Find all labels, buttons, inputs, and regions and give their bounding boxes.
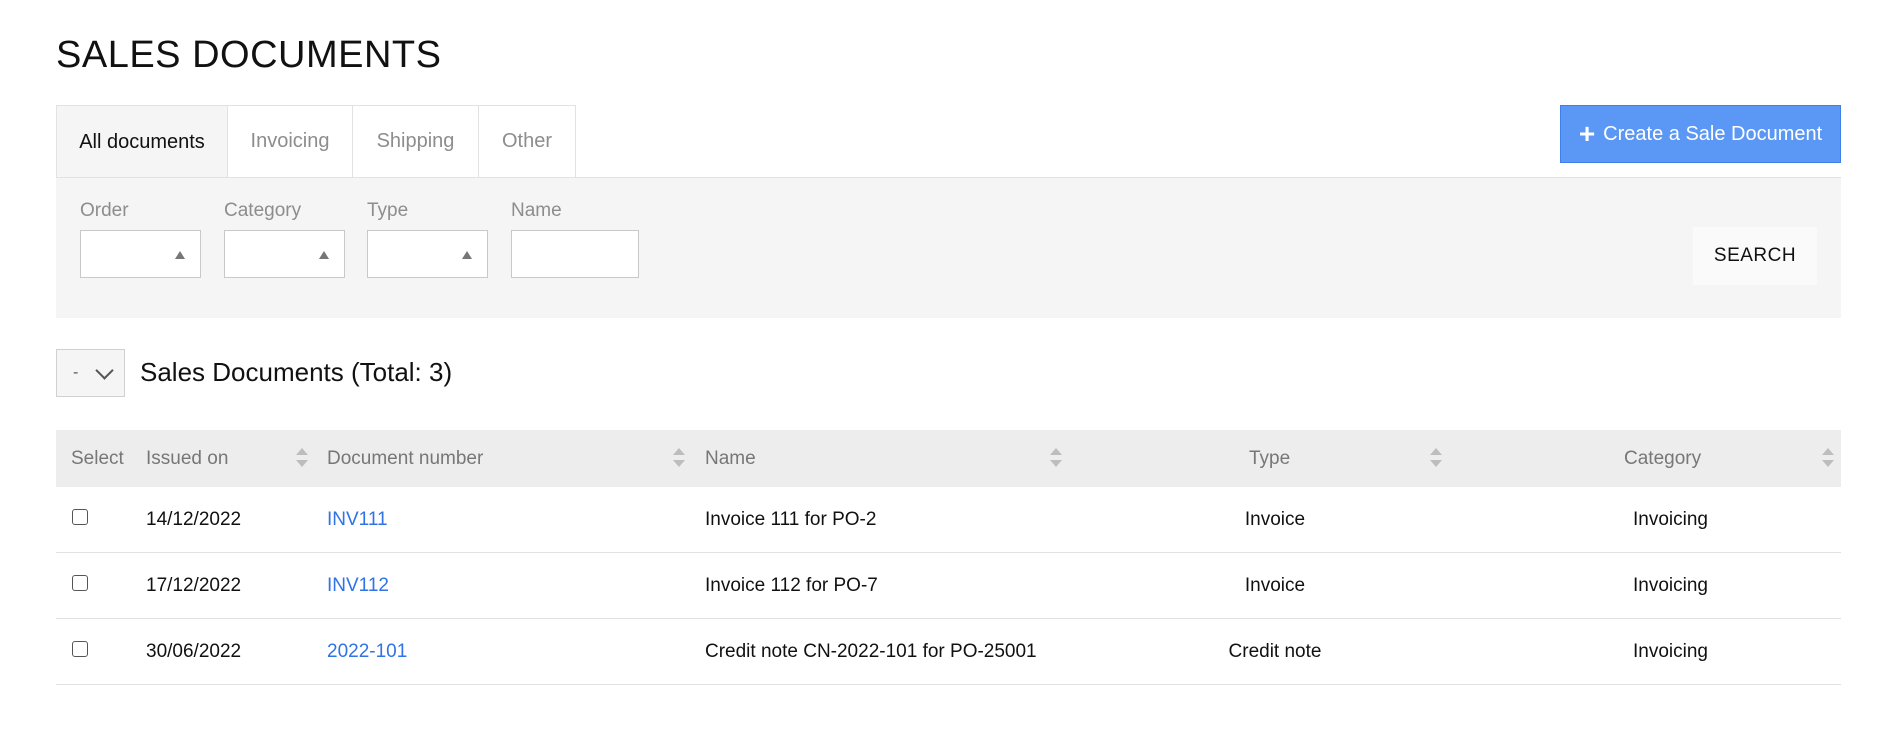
type-label: Type [367, 200, 409, 221]
plus-icon: + [1578, 118, 1596, 149]
sort-icon[interactable] [1050, 448, 1062, 470]
col-issued-on[interactable]: Issued on [146, 430, 327, 487]
document-number-cell: INV112 [327, 552, 705, 619]
document-number-link[interactable]: INV111 [327, 509, 388, 530]
document-number-cell: 2022-101 [327, 618, 705, 685]
row-checkbox[interactable] [72, 640, 88, 657]
name-cell: Credit note CN-2022-101 for PO-25001 [705, 618, 1085, 685]
sales-documents-table: Select Issued on Document number Name Ty… [56, 430, 1841, 685]
create-sale-document-button[interactable]: + Create a Sale Document [1560, 105, 1841, 163]
col-name-label: Name [705, 447, 756, 469]
page-title: SALES DOCUMENTS [56, 34, 442, 76]
select-cell [56, 618, 146, 685]
sort-icon[interactable] [1822, 448, 1834, 470]
category-filter: Category [224, 200, 345, 278]
order-select[interactable] [80, 230, 201, 278]
tab-invoicing[interactable]: Invoicing [228, 105, 353, 178]
chevron-down-icon [95, 361, 114, 380]
type-cell: Credit note [1085, 618, 1465, 685]
caret-up-icon [175, 251, 185, 259]
col-select-label: Select [71, 447, 124, 469]
table-row: 14/12/2022 INV111 Invoice 111 for PO-2 I… [56, 487, 1841, 553]
type-select[interactable] [367, 230, 488, 278]
table-row: 17/12/2022 INV112 Invoice 112 for PO-7 I… [56, 552, 1841, 619]
tab-bar: All documents Invoicing Shipping Other [56, 105, 576, 178]
category-value: Invoicing [1633, 640, 1708, 662]
caret-up-icon [319, 251, 329, 259]
name-filter: Name [511, 200, 639, 278]
document-number-cell: INV111 [327, 487, 705, 553]
issued-on-cell: 30/06/2022 [146, 618, 327, 685]
col-document-number-label: Document number [327, 447, 484, 469]
issued-on-cell: 14/12/2022 [146, 487, 327, 553]
bulk-action-select[interactable]: - [56, 349, 125, 397]
table-row: 30/06/2022 2022-101 Credit note CN-2022-… [56, 618, 1841, 685]
select-cell [56, 552, 146, 619]
col-name[interactable]: Name [705, 430, 1085, 487]
type-cell: Invoice [1085, 487, 1465, 553]
filter-panel: Order Category Type Name SEARCH [56, 177, 1841, 318]
document-number-link[interactable]: INV112 [327, 575, 389, 596]
category-value: Invoicing [1633, 508, 1708, 530]
category-value: Invoicing [1633, 574, 1708, 596]
search-button[interactable]: SEARCH [1693, 227, 1817, 285]
document-number-link[interactable]: 2022-101 [327, 641, 407, 662]
name-cell: Invoice 112 for PO-7 [705, 552, 1085, 619]
name-input[interactable] [511, 230, 639, 278]
name-cell: Invoice 111 for PO-2 [705, 487, 1085, 553]
caret-up-icon [462, 251, 472, 259]
col-category[interactable]: Category [1465, 430, 1841, 487]
table-header-row: Select Issued on Document number Name Ty… [56, 430, 1841, 487]
type-cell: Invoice [1085, 552, 1465, 619]
category-cell: Invoicing [1465, 618, 1841, 685]
category-cell: Invoicing [1465, 487, 1841, 553]
tab-shipping[interactable]: Shipping [353, 105, 479, 178]
order-label: Order [80, 200, 129, 221]
tab-other[interactable]: Other [479, 105, 576, 178]
create-button-label: Create a Sale Document [1603, 122, 1823, 145]
bulk-action-value: - [73, 364, 79, 381]
row-checkbox[interactable] [72, 574, 88, 591]
category-cell: Invoicing [1465, 552, 1841, 619]
sort-icon[interactable] [673, 448, 685, 470]
tab-all-documents[interactable]: All documents [56, 105, 228, 178]
page: SALES DOCUMENTS All documents Invoicing … [0, 0, 1880, 752]
category-label: Category [224, 200, 302, 221]
sort-icon[interactable] [1430, 448, 1442, 470]
category-select[interactable] [224, 230, 345, 278]
name-label: Name [511, 200, 562, 221]
col-issued-on-label: Issued on [146, 447, 229, 469]
col-type[interactable]: Type [1085, 430, 1465, 487]
type-filter: Type [367, 200, 488, 278]
col-category-label: Category [1624, 447, 1702, 469]
list-title: Sales Documents (Total: 3) [140, 357, 453, 387]
issued-on-cell: 17/12/2022 [146, 552, 327, 619]
order-filter: Order [80, 200, 201, 278]
col-document-number[interactable]: Document number [327, 430, 705, 487]
sort-icon[interactable] [296, 448, 308, 470]
col-select: Select [56, 430, 146, 487]
row-checkbox[interactable] [72, 508, 88, 525]
col-type-label: Type [1249, 447, 1291, 469]
select-cell [56, 487, 146, 553]
